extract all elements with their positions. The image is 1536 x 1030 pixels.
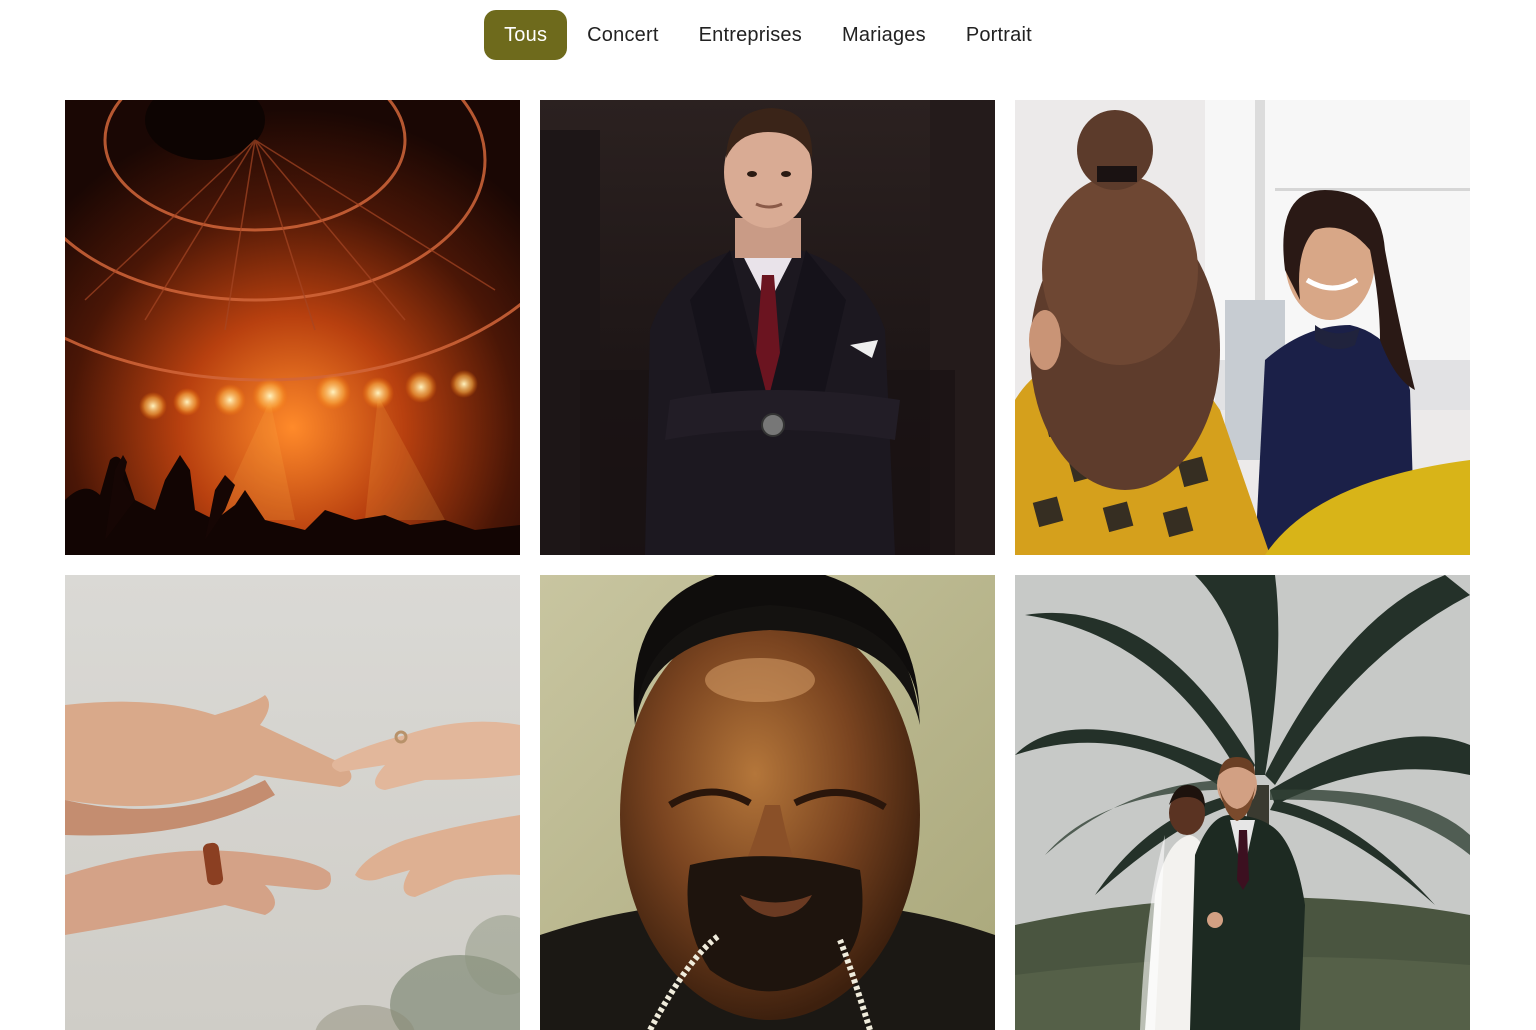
- filter-portrait-button[interactable]: Portrait: [946, 10, 1052, 60]
- hands-ring-image: [65, 575, 520, 1030]
- gallery-photo-businessman[interactable]: [540, 100, 995, 555]
- photo-gallery-grid: [65, 100, 1470, 1030]
- filter-entreprises-button[interactable]: Entreprises: [679, 10, 822, 60]
- gallery-photo-wedding-hands[interactable]: [65, 575, 520, 1030]
- filter-concert-button[interactable]: Concert: [567, 10, 678, 60]
- office-meeting-image: [1015, 100, 1470, 555]
- wedding-couple-image: [1015, 575, 1470, 1030]
- closeup-portrait-image: [540, 575, 995, 1030]
- concert-stage-image: [65, 100, 520, 555]
- portfolio-filter-bar: Tous Concert Entreprises Mariages Portra…: [0, 10, 1536, 60]
- filter-tous-button[interactable]: Tous: [484, 10, 568, 60]
- gallery-photo-office[interactable]: [1015, 100, 1470, 555]
- gallery-photo-concert[interactable]: [65, 100, 520, 555]
- gallery-photo-wedding-couple[interactable]: [1015, 575, 1470, 1030]
- businessman-portrait-image: [540, 100, 995, 555]
- filter-mariages-button[interactable]: Mariages: [822, 10, 946, 60]
- gallery-photo-portrait[interactable]: [540, 575, 995, 1030]
